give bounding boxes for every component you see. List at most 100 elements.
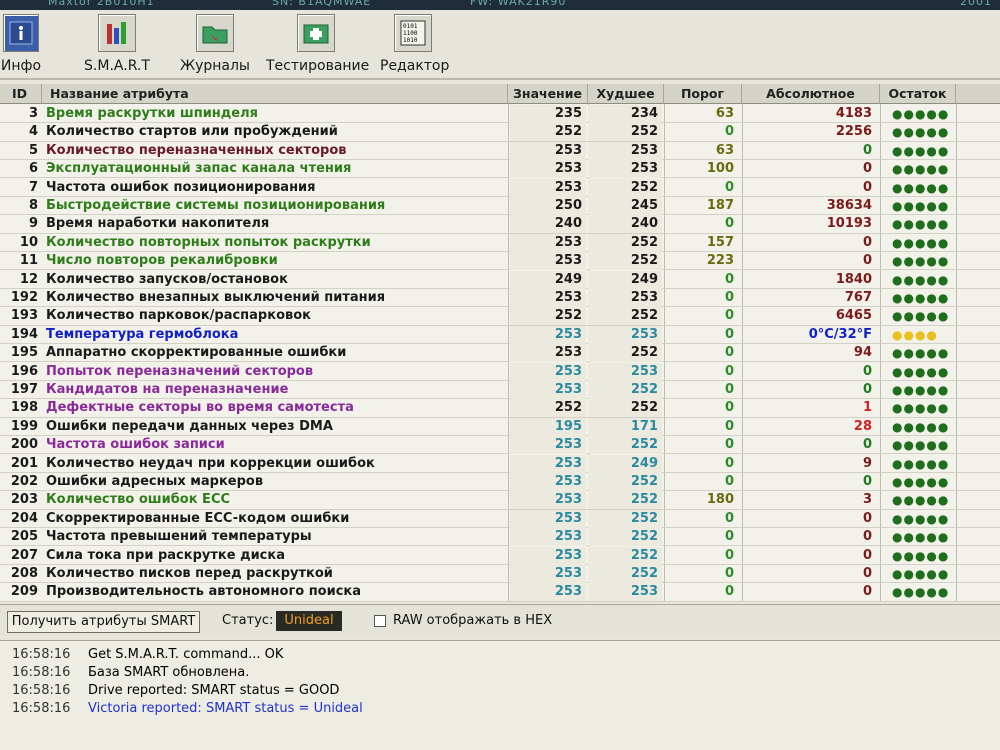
col-header-raw[interactable]: Абсолютное [742, 84, 880, 104]
table-row[interactable]: 4 Количество стартов или пробуждений 252 25… [0, 123, 1000, 142]
attr-name: Время наработки накопителя [46, 216, 270, 232]
attr-value: 253 [510, 565, 586, 583]
col-header-value[interactable]: Значение [508, 84, 588, 104]
raw-hex-label[interactable]: RAW отображать в HEX [393, 613, 552, 628]
table-row[interactable]: 204 Скорректированные ECC-кодом ошибки 253… [0, 509, 1000, 528]
log-line: 16:58:16 База SMART обновлена. [12, 665, 249, 680]
attr-raw: 0 [862, 510, 872, 526]
attr-threshold: 180 [706, 492, 734, 508]
attr-remaining-dots: ●●●●● [892, 475, 950, 489]
attr-remaining-dots: ●●●●● [892, 530, 950, 545]
attr-id: 5 [28, 142, 38, 158]
attr-threshold: 0 [724, 437, 734, 453]
attr-worst: 252 [588, 565, 662, 583]
attr-name: Количество внезапных выключений питания [46, 290, 386, 305]
attr-value: 253 [510, 178, 586, 197]
status-value: Unideal [276, 611, 342, 631]
attr-raw: 0 [862, 161, 872, 177]
attr-raw: 0 [862, 584, 872, 600]
table-row[interactable]: 9 Время наработки накопителя 240 240 0 10193 ●… [0, 215, 1000, 234]
attr-raw: 3 [862, 492, 872, 508]
table-row[interactable]: 5 Количество переназначенных секторов 253 2… [0, 141, 1000, 160]
table-row[interactable]: 10 Количество повторных попыток раскрутки… [0, 233, 1000, 252]
table-row[interactable]: 197 Кандидатов на переназначение 253 252 0 0 ●… [0, 381, 1000, 400]
col-header-worst[interactable]: Худшее [588, 84, 664, 104]
attr-raw: 0 [862, 474, 872, 489]
attr-threshold: 0 [724, 400, 734, 416]
raw-hex-checkbox[interactable] [374, 615, 386, 627]
attr-remaining-dots: ●●●●● [892, 438, 950, 453]
table-row[interactable]: 203 Количество ошибок ECC 253 252 180 3 ●●●●● [0, 491, 1000, 510]
attr-threshold: 0 [724, 455, 734, 471]
table-row[interactable]: 208 Количество писков перед раскруткой 253… [0, 565, 1000, 584]
get-smart-button[interactable]: Получить атрибуты SMART [7, 611, 200, 633]
attr-raw: 767 [844, 290, 872, 305]
attr-raw: 1 [862, 400, 872, 416]
col-header-threshold[interactable]: Порог [664, 84, 742, 104]
attr-remaining-dots: ●●●●● [892, 456, 950, 471]
attr-raw: 4183 [835, 106, 872, 121]
attr-name: Производительность автономного поиска [46, 584, 362, 600]
col-header-remaining[interactable]: Остаток [880, 84, 956, 104]
attr-id: 198 [10, 400, 38, 416]
table-row[interactable]: 198 Дефектные секторы во время самотеста 2… [0, 399, 1000, 418]
attr-worst: 249 [588, 270, 662, 289]
attr-id: 192 [10, 290, 38, 305]
toolbar-smart-button[interactable]: S.M.A.R.T [78, 14, 156, 74]
binary-editor-icon: 0101 1100 1010 [394, 14, 432, 52]
table-row[interactable]: 11 Число повторов рекалибровки 253 252 223 0 ●… [0, 252, 1000, 271]
attr-worst: 252 [588, 123, 662, 142]
table-row[interactable]: 195 Аппаратно скорректированные ошибки 253… [0, 344, 1000, 363]
table-row[interactable]: 200 Частота ошибок записи 253 252 0 0 ●●●●● [0, 436, 1000, 455]
attr-raw: 6465 [835, 308, 872, 324]
attr-raw: 10193 [826, 216, 872, 232]
col-header-id[interactable]: ID [0, 84, 42, 104]
attr-threshold: 0 [724, 418, 734, 434]
table-row[interactable]: 196 Попыток переназначений секторов 253 253… [0, 362, 1000, 381]
attr-value: 235 [510, 105, 586, 123]
attr-threshold: 0 [724, 216, 734, 232]
table-row[interactable]: 199 Ошибки передачи данных через DMA 195 17… [0, 417, 1000, 436]
toolbar-testing-button[interactable]: Тестирование [266, 14, 369, 74]
attr-id: 199 [10, 418, 38, 434]
attr-worst: 240 [588, 215, 662, 234]
attr-worst: 249 [588, 454, 662, 473]
attr-value: 253 [510, 233, 586, 252]
attr-raw: 9 [862, 455, 872, 471]
table-row[interactable]: 202 Ошибки адресных маркеров 253 252 0 0 ●●●●● [0, 473, 1000, 492]
table-row[interactable]: 194 Температура гермоблока 253 253 0 0°C/32°F… [0, 325, 1000, 344]
table-row[interactable]: 205 Частота превышений температуры 253 252 0… [0, 528, 1000, 547]
toolbar-info-button[interactable]: Инфо [0, 14, 42, 74]
table-row[interactable]: 201 Количество неудач при коррекции ошибо… [0, 454, 1000, 473]
attr-raw: 0 [862, 437, 872, 453]
attr-remaining-dots: ●●●●● [892, 162, 950, 177]
attr-name: Скорректированные ECC-кодом ошибки [46, 510, 350, 526]
table-row[interactable]: 193 Количество парковок/распарковок 252 252… [0, 307, 1000, 326]
table-row[interactable]: 3 Время раскрутки шпинделя 235 234 63 4183 ●●●… [0, 105, 1000, 124]
attr-worst: 171 [588, 417, 662, 436]
table-row[interactable]: 7 Частота ошибок позиционирования 253 252 0 0… [0, 178, 1000, 197]
col-header-name[interactable]: Название атрибута [42, 84, 508, 104]
attr-value: 253 [510, 362, 586, 381]
svg-text:1100: 1100 [403, 30, 418, 37]
svg-text:1010: 1010 [403, 37, 418, 44]
attr-remaining-dots: ●●●●● [892, 107, 950, 121]
attr-threshold: 100 [706, 161, 734, 177]
table-row[interactable]: 207 Сила тока при раскрутке диска 253 252 0 0… [0, 546, 1000, 565]
table-row[interactable]: 8 Быстродействие системы позиционирования… [0, 197, 1000, 216]
log-text: Drive reported: SMART status = GOOD [88, 683, 340, 698]
attr-name: Сила тока при раскрутке диска [46, 547, 285, 563]
attr-id: 207 [10, 547, 38, 563]
toolbar-editor-button[interactable]: 0101 1100 1010 Редактор [380, 14, 449, 74]
attr-threshold: 157 [706, 234, 734, 250]
table-row[interactable]: 12 Количество запусков/остановок 249 249 0 18… [0, 270, 1000, 289]
attr-raw: 0 [862, 566, 872, 581]
table-row[interactable]: 192 Количество внезапных выключений питан… [0, 289, 1000, 308]
table-row[interactable]: 209 Производительность автономного поиска… [0, 583, 1000, 602]
attr-worst: 253 [588, 141, 662, 160]
log-line: 16:58:16 Victoria reported: SMART status … [12, 701, 363, 716]
toolbar-journals-button[interactable]: Журналы [180, 14, 250, 74]
attr-worst: 253 [588, 325, 662, 344]
log-text: Get S.M.A.R.T. command... OK [88, 647, 284, 662]
table-row[interactable]: 6 Эксплуатационный запас канала чтения 253… [0, 160, 1000, 179]
